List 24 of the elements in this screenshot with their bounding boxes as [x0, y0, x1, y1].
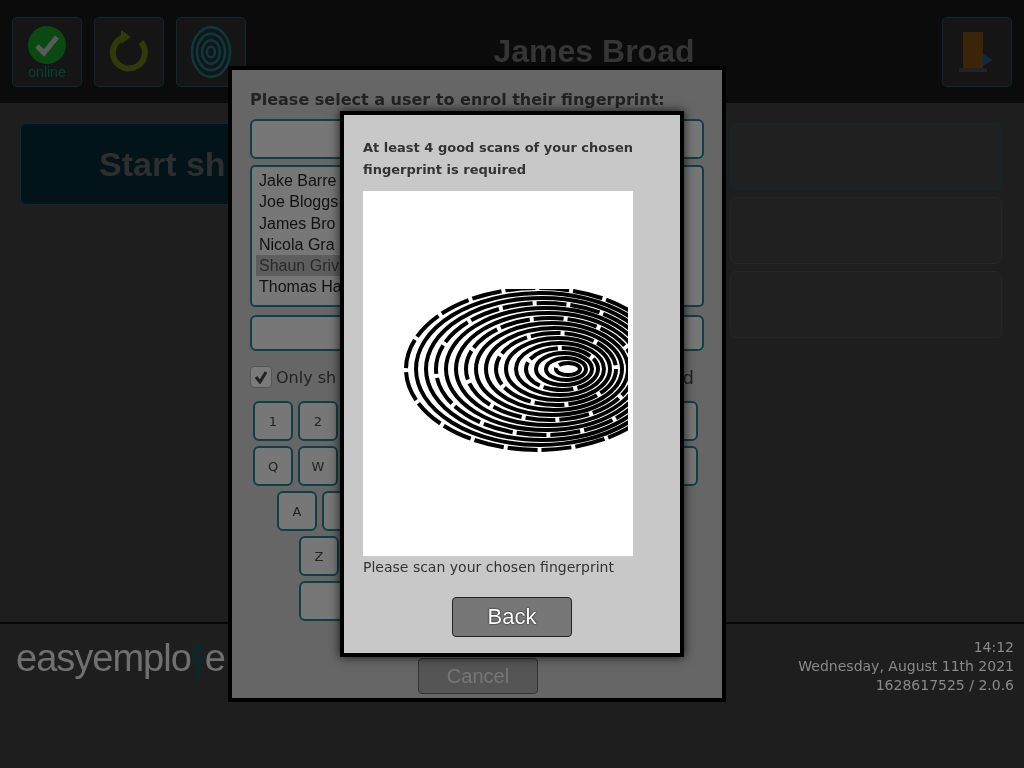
checkbox[interactable] [250, 366, 272, 388]
date-text: Wednesday, August 11th 2021 [798, 657, 1014, 676]
checkbox-label-end: d [682, 366, 694, 388]
keyboard-key[interactable]: 2 [298, 401, 338, 441]
refresh-button[interactable] [94, 16, 164, 87]
keyboard-key[interactable]: W [298, 446, 338, 486]
back-button[interactable]: Back [452, 597, 572, 637]
checkbox-label: Only sh [276, 367, 337, 387]
logo: easyemplo e [16, 638, 225, 678]
keyboard-key[interactable]: Q [253, 446, 293, 486]
time-text: 14:12 [973, 638, 1014, 657]
keyboard-key[interactable]: 1 [253, 401, 293, 441]
check-icon [27, 24, 67, 65]
fingerprint-button[interactable] [176, 16, 246, 87]
fingerprint-icon [189, 24, 233, 79]
scan-caption: Please scan your chosen fingerprint [363, 559, 615, 575]
check-icon [254, 370, 268, 384]
keyboard-key[interactable]: Z [299, 536, 339, 576]
version-text: 1628617525 / 2.0.6 [875, 676, 1014, 695]
keyboard-key[interactable]: A [277, 491, 317, 531]
person-icon [190, 644, 205, 678]
dialog-title: Please select a user to enrol their fingerprint: [250, 90, 666, 109]
exit-button[interactable] [942, 16, 1012, 87]
scan-message: At least 4 good scans of your chosen fingerprint is required [363, 139, 635, 179]
